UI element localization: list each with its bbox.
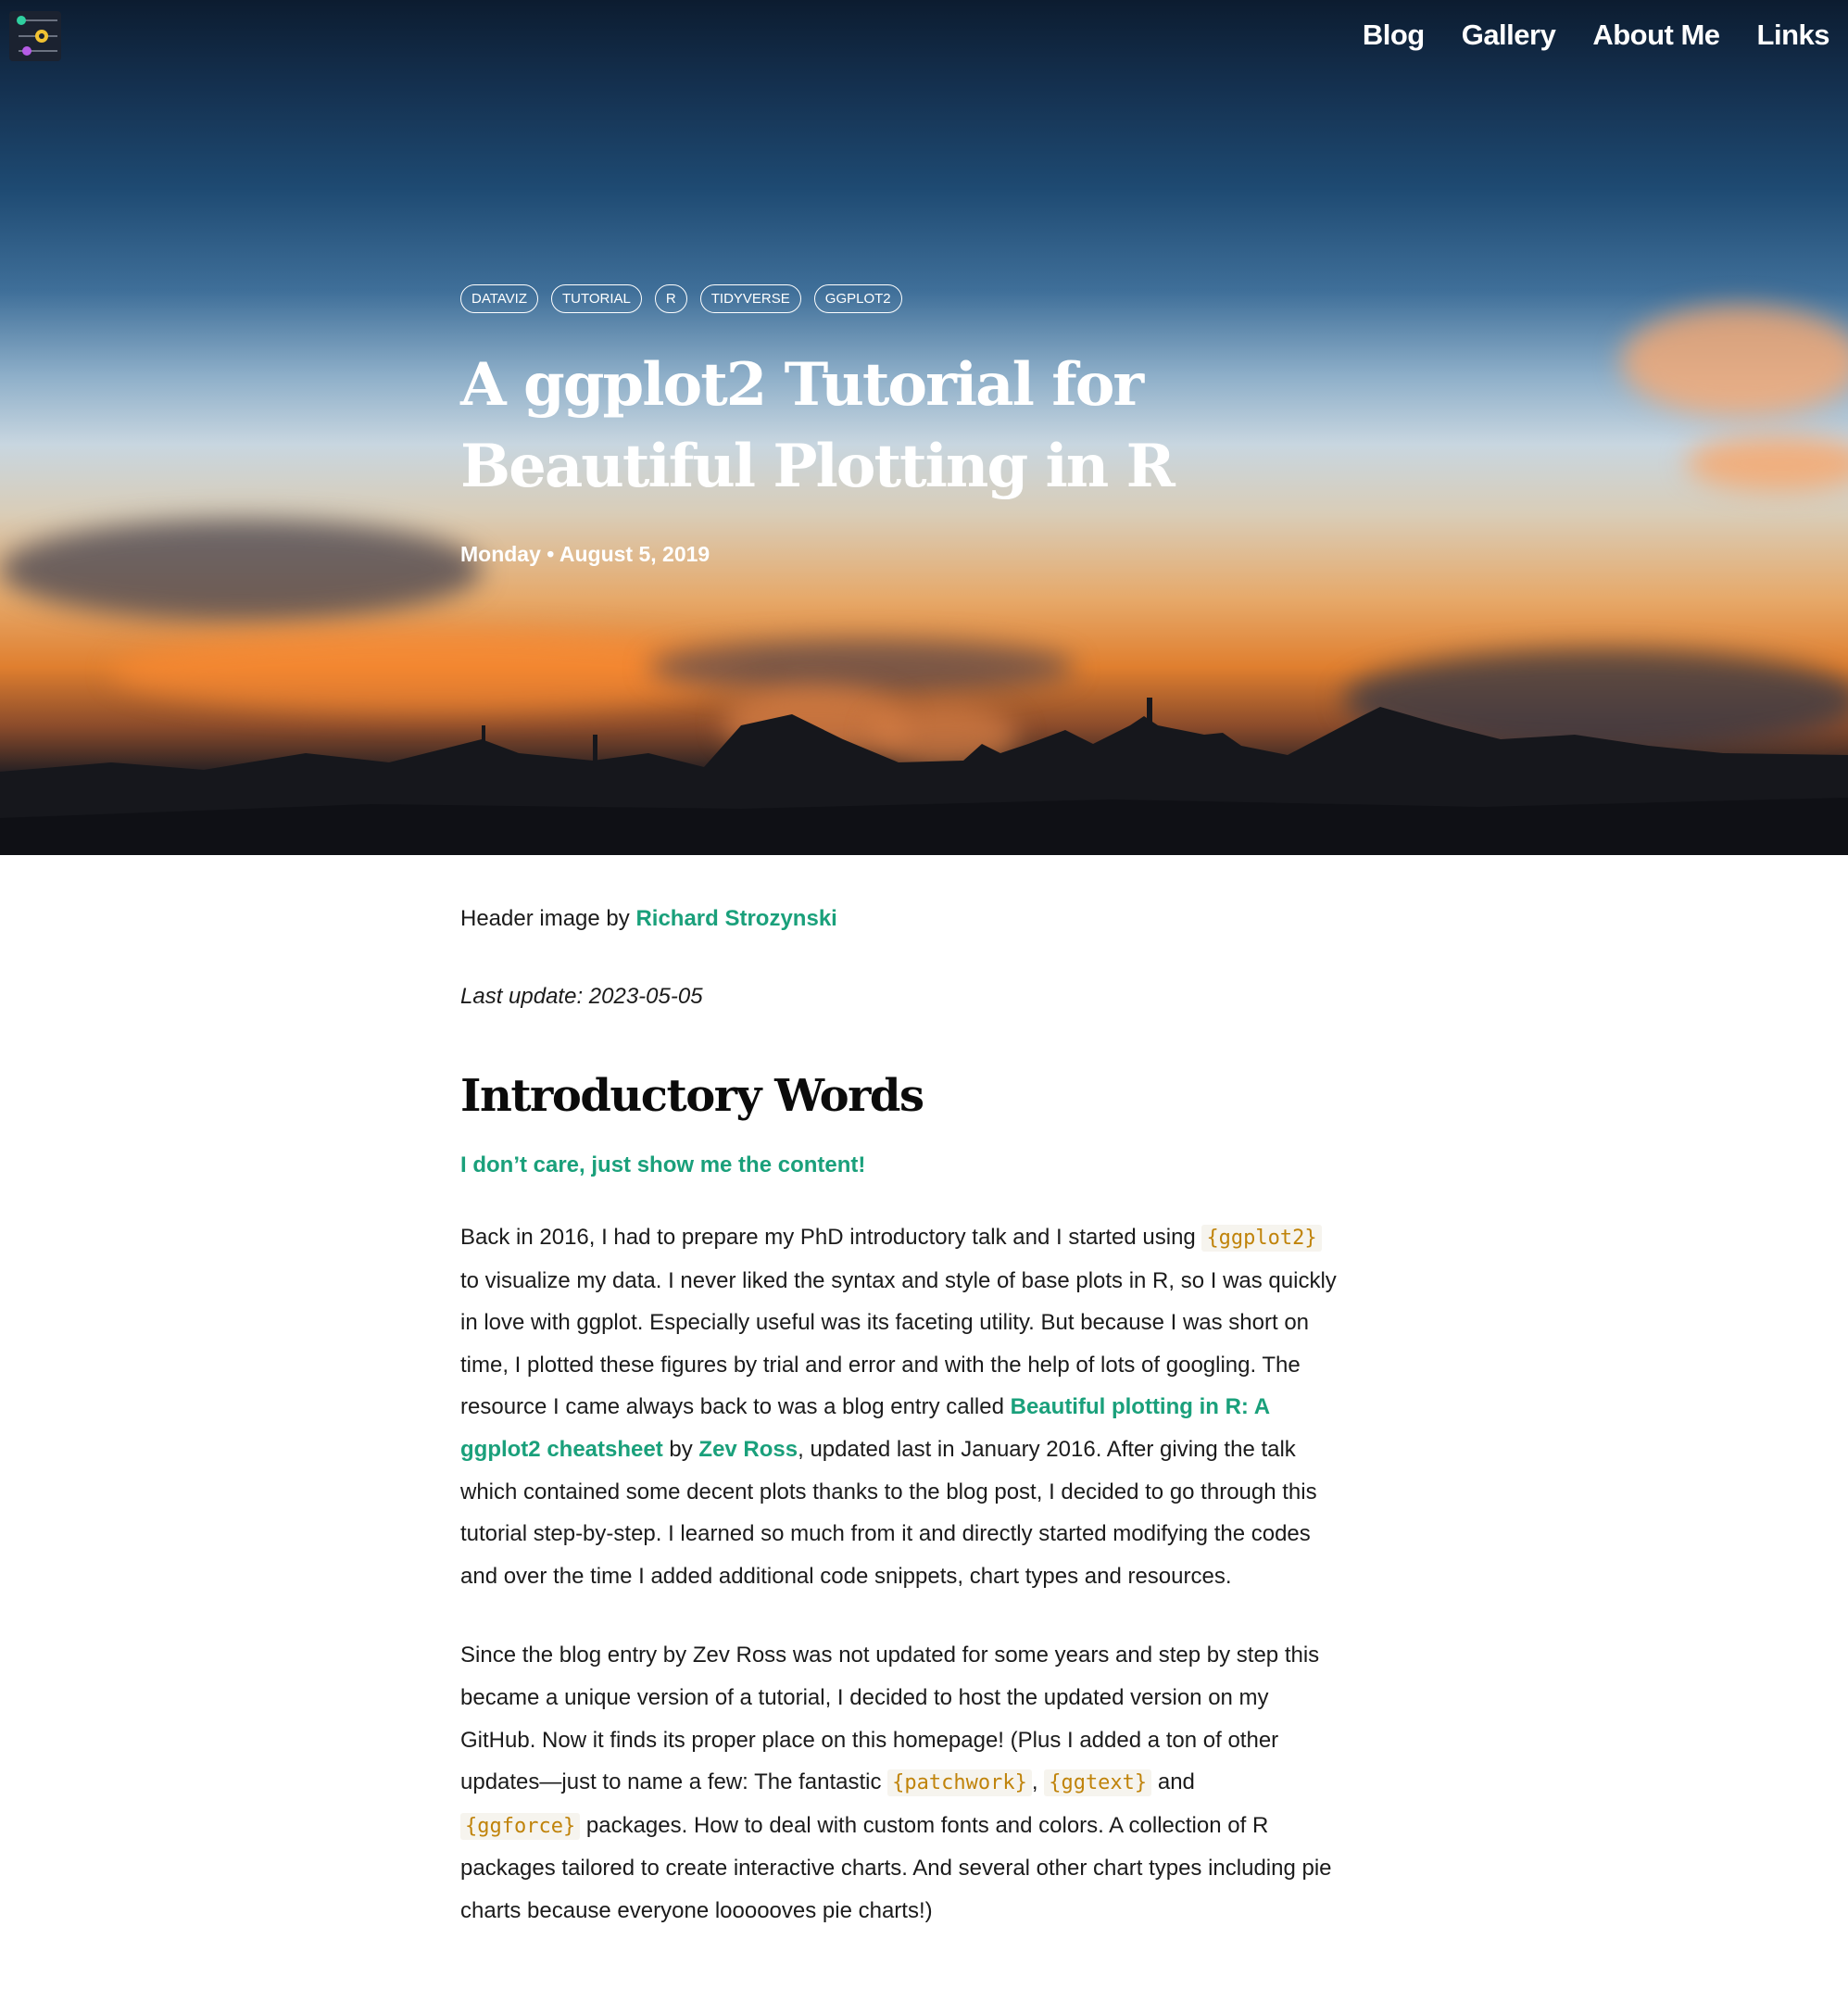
section-heading: Introductory Words xyxy=(460,1070,924,1122)
page-title: A ggplot2 Tutorial for Beautiful Plottin… xyxy=(460,350,1175,501)
p1-text: Back in 2016, I had to prepare my PhD in… xyxy=(460,1225,1202,1250)
nav-links[interactable]: Links xyxy=(1757,19,1830,52)
code-patchwork: {patchwork} xyxy=(887,1769,1032,1797)
hero-cloud xyxy=(0,519,482,621)
article-content: Header image by Richard Strozynski Last … xyxy=(460,903,1340,1932)
main-nav: Blog Gallery About Me Links xyxy=(1363,19,1830,52)
site-logo[interactable] xyxy=(9,11,61,61)
code-ggplot2: {ggplot2} xyxy=(1201,1225,1322,1252)
tag-ggplot2[interactable]: GGPLOT2 xyxy=(813,284,902,313)
skyline-silhouette xyxy=(0,698,1848,855)
nav-about-me[interactable]: About Me xyxy=(1592,19,1720,52)
credit-prefix: Header image by xyxy=(460,906,636,931)
tag-dataviz[interactable]: DATAVIZ xyxy=(460,284,538,313)
intro-paragraph-1: Back in 2016, I had to prepare my PhD in… xyxy=(460,1216,1340,1597)
logo-icon xyxy=(17,16,57,56)
credit-link[interactable]: Richard Strozynski xyxy=(635,906,836,931)
intro-paragraph-2: Since the blog entry by Zev Ross was not… xyxy=(460,1634,1340,1932)
nav-blog[interactable]: Blog xyxy=(1363,19,1425,52)
image-credit: Header image by Richard Strozynski xyxy=(460,903,1340,935)
zev-ross-link[interactable]: Zev Ross xyxy=(698,1437,798,1462)
code-ggforce: {ggforce} xyxy=(460,1812,581,1840)
skip-paragraph: I don’t care, just show me the content! xyxy=(460,1150,1340,1181)
tag-list: DATAVIZ TUTORIAL R TIDYVERSE GGPLOT2 xyxy=(460,284,902,313)
p1-text: by xyxy=(662,1436,699,1462)
post-date: Monday • August 5, 2019 xyxy=(460,542,710,566)
p2-text: , xyxy=(1031,1769,1045,1795)
hero-cloud xyxy=(1621,306,1848,417)
hero-cloud xyxy=(1686,435,1848,491)
code-ggtext: {ggtext} xyxy=(1044,1769,1152,1797)
tag-tutorial[interactable]: TUTORIAL xyxy=(551,284,642,313)
nav-gallery[interactable]: Gallery xyxy=(1462,19,1556,52)
tag-tidyverse[interactable]: TIDYVERSE xyxy=(699,284,801,313)
p2-text: and xyxy=(1151,1769,1195,1795)
hero-header: Blog Gallery About Me Links DATAVIZ TUTO… xyxy=(0,0,1848,855)
tag-r[interactable]: R xyxy=(654,284,687,313)
p2-text: packages. How to deal with custom fonts … xyxy=(460,1812,1332,1923)
skip-to-content-link[interactable]: I don’t care, just show me the content! xyxy=(460,1152,865,1177)
last-update: Last update: 2023-05-05 xyxy=(460,984,703,1009)
hero-cloud xyxy=(648,639,1075,695)
